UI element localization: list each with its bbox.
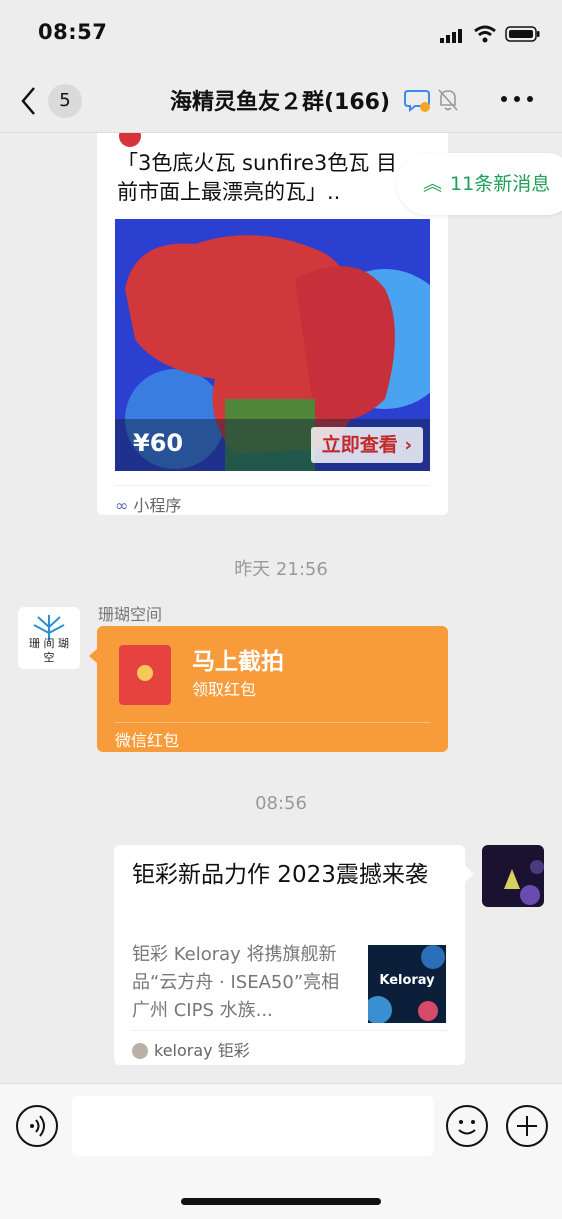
- red-packet-message[interactable]: 马上截拍 领取红包 微信红包: [97, 626, 448, 752]
- red-packet-icon: [119, 645, 171, 705]
- mini-program-icon: ∞: [115, 496, 134, 515]
- thumbnail-brand: Keloray: [379, 973, 435, 988]
- plus-icon: [517, 1116, 537, 1136]
- article-message[interactable]: 钜彩新品力作 2023震撼来袭 钜彩 Keloray 将携旗舰新品“云方舟 · …: [114, 845, 465, 1065]
- battery-icon: [505, 26, 541, 42]
- article-thumbnail: Keloray: [368, 945, 446, 1023]
- status-bar: 08:57: [0, 0, 562, 68]
- chat-title: 海精灵鱼友２群(166): [169, 90, 391, 115]
- new-messages-button[interactable]: ︽ 11条新消息: [397, 153, 562, 215]
- product-image: ¥60 立即查看 ›: [115, 219, 430, 471]
- emoji-button[interactable]: [446, 1105, 488, 1147]
- back-button[interactable]: 5: [20, 84, 90, 118]
- mini-program-footer: ∞ 小程序: [115, 485, 430, 516]
- unread-count-badge: 5: [48, 84, 82, 118]
- voice-input-button[interactable]: [16, 1105, 58, 1147]
- sender-name: 珊瑚空间: [98, 605, 163, 624]
- message-list[interactable]: 「3色底火瓦 sunfire3色瓦 目前市面上最漂亮的瓦」.. ¥60 立即查看…: [0, 133, 562, 1083]
- group-chat-icon: [404, 88, 432, 114]
- view-now-label: 立即查看: [321, 434, 398, 456]
- red-packet-title: 马上截拍: [192, 649, 284, 675]
- ellipsis-icon: [501, 96, 533, 102]
- emoji-icon: [458, 1120, 476, 1135]
- double-chevron-up-icon: ︽: [423, 173, 443, 195]
- chevron-right-icon: ›: [397, 434, 413, 456]
- red-packet-subtitle: 领取红包: [192, 680, 257, 699]
- wifi-icon: [473, 25, 497, 43]
- new-messages-label: 11条新消息: [450, 173, 551, 195]
- status-time: 08:57: [38, 20, 108, 44]
- source-name: keloray 钜彩: [154, 1041, 250, 1060]
- view-now-button[interactable]: 立即查看 ›: [311, 427, 423, 463]
- signal-icon: [440, 28, 464, 43]
- mini-program-message[interactable]: 「3色底火瓦 sunfire3色瓦 目前市面上最漂亮的瓦」.. ¥60 立即查看…: [97, 133, 448, 515]
- voice-icon: [30, 1115, 45, 1137]
- mute-bell-icon: [437, 88, 459, 112]
- chevron-left-icon: [21, 87, 35, 115]
- article-source: keloray 钜彩: [132, 1030, 447, 1061]
- message-input[interactable]: [72, 1096, 434, 1156]
- mini-program-label: 小程序: [133, 496, 182, 515]
- sender-avatar[interactable]: 珊 间 瑚 空: [18, 607, 80, 669]
- more-options-button[interactable]: [500, 82, 540, 112]
- product-price: ¥60: [133, 429, 184, 457]
- timestamp: 昨天 21:56: [234, 559, 328, 580]
- home-indicator: [181, 1198, 381, 1205]
- bubble-tail: [465, 866, 474, 882]
- mini-program-avatar-icon: [119, 133, 141, 147]
- mini-program-title: 「3色底火瓦 sunfire3色瓦 目前市面上最漂亮的瓦」..: [117, 151, 397, 204]
- article-title: 钜彩新品力作 2023震撼来袭: [132, 862, 428, 888]
- avatar-text: 珊 间 瑚 空: [29, 637, 69, 664]
- red-packet-footer: 微信红包: [115, 722, 430, 751]
- timestamp: 08:56: [255, 793, 307, 814]
- source-avatar-icon: [132, 1043, 148, 1059]
- my-avatar[interactable]: [482, 845, 544, 907]
- article-description: 钜彩 Keloray 将携旗舰新品“云方舟 · ISEA50”亮相广州 CIPS…: [132, 944, 340, 1021]
- more-functions-button[interactable]: [506, 1105, 548, 1147]
- chat-header: 5 海精灵鱼友２群(166): [0, 68, 562, 133]
